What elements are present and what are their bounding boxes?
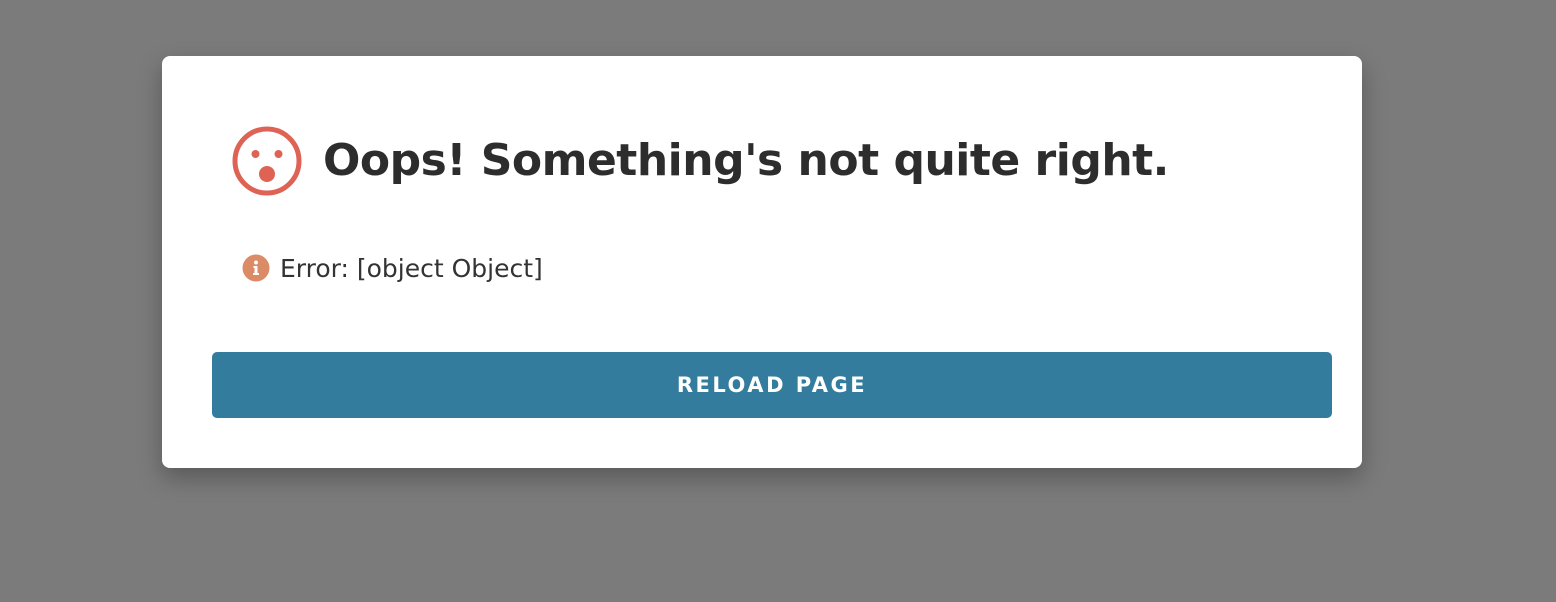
error-header: Oops! Something's not quite right. — [232, 126, 1169, 196]
error-message-row: Error: [object Object] — [242, 253, 543, 283]
reload-page-button[interactable]: RELOAD PAGE — [212, 352, 1332, 418]
info-icon — [242, 254, 270, 282]
error-message: Error: [object Object] — [280, 253, 543, 283]
error-title: Oops! Something's not quite right. — [323, 135, 1169, 186]
error-dialog: Oops! Something's not quite right. Error… — [162, 56, 1362, 468]
surprised-face-icon — [232, 126, 302, 196]
